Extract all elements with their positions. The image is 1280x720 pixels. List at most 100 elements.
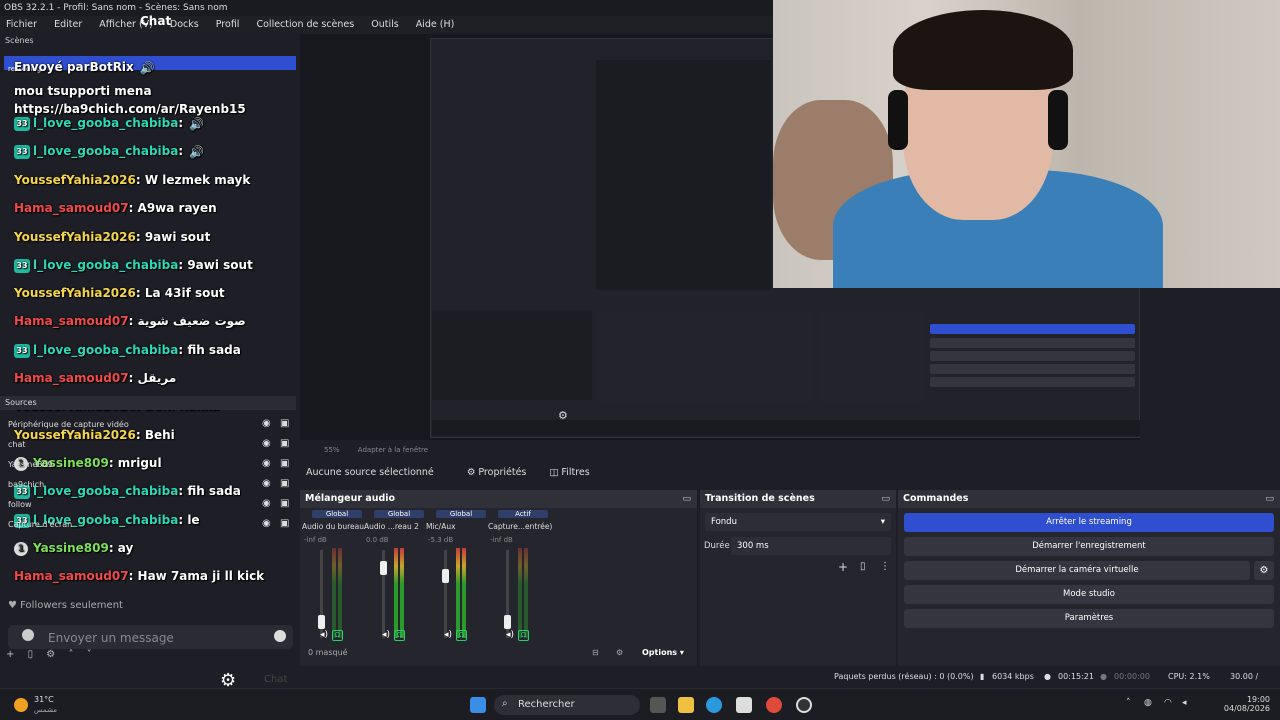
lock-icon[interactable]: ▣ xyxy=(280,438,289,449)
properties-label: Propriétés xyxy=(478,467,527,478)
start-recording-button[interactable]: Démarrer l'enregistrement xyxy=(904,537,1274,556)
source-item[interactable]: Capture d'écran xyxy=(8,520,72,529)
menu-outils[interactable]: Outils xyxy=(371,19,398,30)
mixer-settings-icon[interactable]: ⚙ xyxy=(616,648,623,657)
eye-icon[interactable]: ◉ xyxy=(262,418,271,429)
filters-button[interactable]: ◫ Filtres xyxy=(549,467,589,478)
emoji-icon[interactable] xyxy=(274,630,286,642)
eye-icon[interactable]: ◉ xyxy=(262,438,271,449)
menu-docks[interactable]: Docks xyxy=(170,19,199,30)
store-icon[interactable] xyxy=(736,697,752,713)
menu-fichier[interactable]: Fichier xyxy=(6,19,37,30)
lock-icon[interactable]: ▣ xyxy=(280,498,289,509)
lock-icon[interactable]: ▣ xyxy=(280,418,289,429)
properties-button[interactable]: ⚙ Propriétés xyxy=(467,467,527,478)
chat-message: Hama_samoud07: صوت ضعيف شوية xyxy=(14,314,246,328)
monitor-headphone-icon[interactable]: Ω xyxy=(518,630,530,641)
clock[interactable]: 19:00 04/08/2026 xyxy=(1210,695,1270,713)
eye-icon[interactable]: ◉ xyxy=(262,478,271,489)
transition-select[interactable]: Fondu ▾ xyxy=(705,513,891,531)
fit-label[interactable]: Adapter à la fenêtre xyxy=(358,446,428,454)
trash-icon[interactable]: ▯ xyxy=(860,561,866,572)
transition-title-text: Transition de scènes xyxy=(705,493,815,504)
mute-icon[interactable]: ◂) xyxy=(320,630,328,640)
mute-icon[interactable]: ◂) xyxy=(382,630,390,640)
file-explorer-icon[interactable] xyxy=(678,697,694,713)
chat-text: : W lezmek mayk xyxy=(135,173,251,187)
channel-name[interactable]: Mic/Aux xyxy=(426,522,456,531)
chrome-icon[interactable] xyxy=(766,697,782,713)
gear-icon[interactable]: ⚙ xyxy=(46,649,55,660)
tray-chevron-icon[interactable]: ˄ xyxy=(1126,698,1131,708)
undock-icon[interactable]: ▭ xyxy=(1265,490,1274,508)
tray-app-icon[interactable]: ◍ xyxy=(1144,698,1152,708)
duration-spinbox[interactable]: 300 ms xyxy=(731,537,891,555)
more-icon[interactable]: ⋮ xyxy=(880,561,890,572)
edge-icon[interactable] xyxy=(706,697,722,713)
taskbar-search[interactable]: Rechercher xyxy=(494,695,640,715)
chat-message: 1 Yassine809: ay xyxy=(14,541,133,556)
layout-icon[interactable]: ⊟ xyxy=(592,648,599,657)
eye-icon[interactable]: ◉ xyxy=(262,458,271,469)
menu-profil[interactable]: Profil xyxy=(216,19,240,30)
lock-icon[interactable]: ▣ xyxy=(280,478,289,489)
source-item[interactable]: Yassine809 xyxy=(8,460,53,469)
volume-icon[interactable]: ◂ xyxy=(1182,698,1187,708)
mixer-title-text: Mélangeur audio xyxy=(305,493,396,504)
mute-icon[interactable]: ◂) xyxy=(444,630,452,640)
zoom-value[interactable]: 55% xyxy=(324,446,340,454)
volume-fader-knob[interactable] xyxy=(504,614,511,629)
wifi-icon[interactable]: ◠ xyxy=(1164,698,1172,708)
monitor-headphone-icon[interactable]: Ω xyxy=(332,630,344,641)
source-item[interactable]: chat xyxy=(8,440,26,449)
stream-time: 00:15:21 xyxy=(1058,672,1094,681)
source-item[interactable]: Périphérique de capture vidéo xyxy=(8,420,129,429)
lock-icon[interactable]: ▣ xyxy=(280,518,289,529)
chevron-up-icon[interactable]: ˄ xyxy=(68,649,73,660)
sources-toolbar: + ▯ ⚙ ˄ ˅ xyxy=(0,649,300,661)
settings-button[interactable]: Paramètres xyxy=(904,609,1274,628)
channel-controls: ◂) Ω xyxy=(382,630,406,641)
studio-mode-button[interactable]: Mode studio xyxy=(904,585,1274,604)
add-icon[interactable]: + xyxy=(6,649,14,660)
add-transition-icon[interactable]: + xyxy=(838,560,848,574)
eye-icon[interactable]: ◉ xyxy=(262,518,271,529)
chat-username: Hama_samoud07 xyxy=(14,201,129,215)
stop-streaming-button[interactable]: Arrêter le streaming xyxy=(904,513,1274,532)
source-item[interactable]: follow xyxy=(8,500,32,509)
trash-icon[interactable]: ▯ xyxy=(28,649,34,660)
options-button[interactable]: Options ▾ xyxy=(642,648,684,657)
undock-icon[interactable]: ▭ xyxy=(881,490,890,508)
lock-icon[interactable]: ▣ xyxy=(280,458,289,469)
volume-fader-knob[interactable] xyxy=(442,569,449,583)
mute-icon[interactable]: ◂) xyxy=(506,630,514,640)
monitor-headphone-icon[interactable]: Ω xyxy=(394,630,406,641)
channel-name[interactable]: Audio du bureau xyxy=(302,522,364,531)
chevron-down-icon[interactable]: ˅ xyxy=(87,649,92,660)
start-virtual-camera-button[interactable]: Démarrer la caméra virtuelle xyxy=(904,561,1250,580)
gear-icon[interactable]: ⚙ xyxy=(1254,561,1274,580)
source-item[interactable]: ba9chich xyxy=(8,480,44,489)
task-view-icon[interactable] xyxy=(650,697,666,713)
windows-start-icon[interactable] xyxy=(470,697,486,713)
signal-icon: ▮ xyxy=(980,672,985,681)
volume-fader-track[interactable] xyxy=(444,550,447,638)
obs-icon[interactable] xyxy=(796,697,812,713)
cpu-usage: CPU: 2.1% xyxy=(1168,672,1210,681)
properties-bar: Aucune source sélectionné ⚙ Propriétés ◫… xyxy=(300,462,1000,484)
chat-message: 33 l_love_gooba_chabiba: 9awi sout xyxy=(14,258,253,273)
undock-icon[interactable]: ▭ xyxy=(682,490,691,508)
weather-sun-icon xyxy=(14,698,28,712)
transition-dock: Transition de scènes ▭ Fondu ▾ Durée 300 m… xyxy=(700,490,896,666)
channel-name[interactable]: Capture...entrée) xyxy=(488,522,552,531)
chat-message: 33 l_love_gooba_chabiba: 🔊 xyxy=(14,144,205,159)
monitor-headphone-icon[interactable]: Ω xyxy=(456,630,468,641)
menu-aide[interactable]: Aide (H) xyxy=(416,19,455,30)
channel-name[interactable]: Audio ...reau 2 xyxy=(364,522,419,531)
volume-fader-knob[interactable] xyxy=(318,614,325,629)
menu-collection[interactable]: Collection de scènes xyxy=(256,19,354,30)
volume-fader-knob[interactable] xyxy=(380,561,387,576)
eye-icon[interactable]: ◉ xyxy=(262,498,271,509)
menu-editer[interactable]: Editer xyxy=(54,19,82,30)
channel-db: 0.0 dB xyxy=(366,536,389,544)
